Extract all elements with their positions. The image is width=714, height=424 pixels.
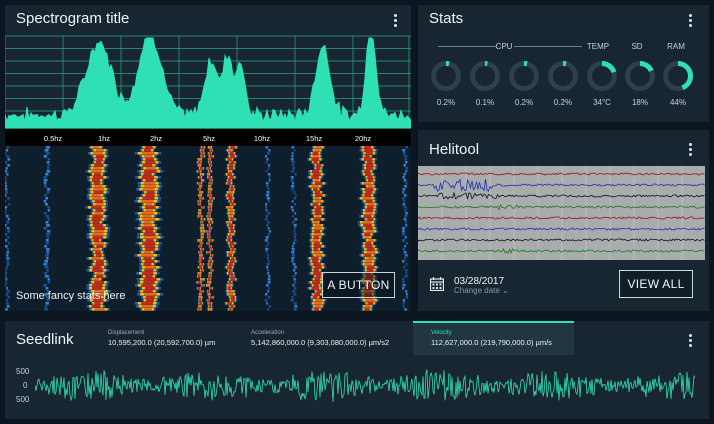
sd-header: SD (631, 42, 643, 51)
calendar-icon[interactable] (430, 277, 444, 291)
y-axis-label-mid: 0 (23, 381, 28, 390)
displacement-metric[interactable]: Displacement 10,595,200.0 (20,592,700.0)… (108, 321, 248, 355)
seedlink-card: Seedlink Displacement 10,595,200.0 (20,5… (5, 321, 709, 419)
gauge-value-sd: 18% (631, 98, 648, 107)
gauge-value-temp: 34°C (593, 98, 611, 107)
velocity-value: 112,627,000.0 (219,790,000.0) µm/s (431, 338, 552, 347)
view-all-button[interactable]: VIEW ALL (619, 270, 693, 298)
stats-more-vert-icon[interactable] (683, 13, 697, 29)
gauge-cpu3 (508, 60, 540, 92)
freq-label: 2hz (150, 134, 162, 143)
acceleration-value: 5,142,860,000.0 (9,303,080,000.0) µm/s2 (251, 338, 390, 347)
helitool-card: Helitool 03/28/2017 Change date ⌄ VIEW A… (418, 130, 709, 311)
chevron-down-icon: ⌄ (502, 286, 509, 295)
velocity-waveform (35, 369, 695, 402)
stats-title: Stats (429, 10, 464, 27)
seedlink-waveform (35, 369, 695, 402)
helitool-title: Helitool (429, 141, 480, 158)
gauge-value-cpu3: 0.2% (514, 98, 534, 107)
cpu-header: CPU (495, 42, 513, 51)
freq-label: 1hz (98, 134, 110, 143)
spectrogram-more-vert-icon[interactable] (388, 13, 402, 29)
freq-label: 10hz (254, 134, 271, 143)
stats-card: Stats CPU TEMP SD RAM 0.2% 0.1% 0.2% 0.2% 34… (418, 5, 709, 122)
spectrogram-title: Spectrogram title (16, 10, 130, 27)
seedlink-more-vert-icon[interactable] (683, 333, 697, 349)
displacement-value: 10,595,200.0 (20,592,700.0) µm (108, 338, 216, 347)
helitool-more-vert-icon[interactable] (683, 142, 697, 158)
freq-label: 20hz (355, 134, 372, 143)
seedlink-title: Seedlink (16, 331, 74, 348)
helicorder-plot (418, 166, 705, 260)
gauge-value-ram: 44% (669, 98, 686, 107)
change-date-link[interactable]: Change date ⌄ (454, 286, 509, 295)
a-button[interactable]: A BUTTON (322, 272, 395, 298)
spectrogram-card: Spectrogram title 0.5hz 1hz 2hz 5hz 10hz 15hz… (5, 5, 411, 311)
velocity-metric[interactable]: Velocity 112,627,000.0 (219,790,000.0) µ… (413, 321, 574, 355)
change-date-label: Change date (454, 286, 500, 295)
freq-label: 0.5hz (44, 134, 63, 143)
spectrogram-plot: 0.5hz 1hz 2hz 5hz 10hz 15hz 20hz (5, 35, 411, 311)
gauge-cpu4 (547, 60, 579, 92)
acceleration-label: Acceleration (251, 330, 285, 336)
fancy-stats-text: Some fancy stats here (16, 290, 126, 302)
freq-label: 5hz (203, 134, 215, 143)
gauge-temp (586, 60, 618, 92)
gauge-value-cpu2: 0.1% (475, 98, 495, 107)
cpu-header-line-right (514, 46, 582, 47)
helicorder-background (418, 166, 705, 260)
cpu-header-line-left (438, 46, 496, 47)
ram-header: RAM (667, 42, 685, 51)
freq-label: 15hz (306, 134, 323, 143)
gauge-cpu1 (430, 60, 462, 92)
spectrum-curve (5, 37, 411, 129)
gauge-sd (624, 60, 656, 92)
gauge-ram (662, 60, 694, 92)
acceleration-metric[interactable]: Acceleration 5,142,860,000.0 (9,303,080,… (251, 321, 411, 355)
y-axis-label-top: 500 (16, 367, 30, 376)
gauge-value-cpu1: 0.2% (436, 98, 456, 107)
y-axis-label-bottom: 500 (16, 395, 30, 404)
gauge-value-cpu4: 0.2% (553, 98, 573, 107)
displacement-label: Displacement (108, 330, 145, 336)
temp-header: TEMP (586, 42, 610, 51)
gauge-cpu2 (469, 60, 501, 92)
velocity-label: Velocity (431, 330, 452, 336)
